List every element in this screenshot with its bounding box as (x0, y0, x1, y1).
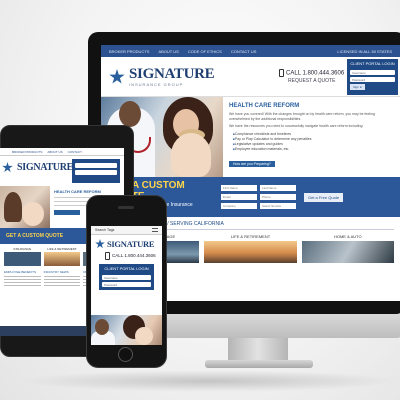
hero-title: HEALTH CARE REFORM (229, 103, 300, 109)
star-logo-icon (109, 69, 125, 84)
tablet-service-image (43, 252, 81, 266)
quote-service-select[interactable]: Select Service (260, 203, 296, 209)
mobile-logo[interactable]: SIGNATURE (91, 235, 162, 249)
floor-shadow (20, 370, 400, 392)
tablet-nav: BROKER PRODUCTS ABOUT US CONTACT (0, 148, 124, 156)
mobile-username-input[interactable]: Username (102, 275, 151, 280)
portal-username-input[interactable]: Username (350, 70, 395, 75)
portal-password-input[interactable]: Password (350, 77, 395, 82)
star-logo-icon (95, 239, 105, 249)
contact-block: CALL 1.800.444.3606 REQUEST A QUOTE (279, 69, 344, 84)
tablet-nav-item[interactable]: CONTACT (68, 150, 82, 154)
mobile-phone-link[interactable]: CALL 1.800.444.3606 (91, 249, 162, 260)
request-quote-link[interactable]: REQUEST A QUOTE (279, 78, 344, 84)
mobile-hero-photo (91, 315, 162, 345)
service-label: LIFE & RETIREMENT (230, 234, 271, 239)
tablet-header: SIGNATURE (0, 156, 124, 186)
nav-contact-us[interactable]: CONTACT US (231, 49, 257, 54)
hero-text: HEALTH CARE REFORM We have you covered! … (223, 97, 400, 177)
tablet-service-image (4, 252, 41, 266)
license-note: LICENSED IN ALL 50 STATES (337, 48, 392, 54)
tablet-portal-login (72, 159, 120, 183)
tablet-logo-name: SIGNATURE (17, 161, 74, 173)
hero-paragraph-2: We have the resources you need to succes… (229, 124, 364, 128)
service-image (301, 241, 394, 263)
service-label: HOME & AUTO (333, 234, 362, 239)
mobile-nav-title[interactable]: Search Tags (95, 228, 114, 232)
mobile-logo-name: SIGNATURE (107, 238, 155, 249)
logo-tagline: INSURANCE GROUP (129, 82, 184, 87)
tablet-quote-title: GET A CUSTOM QUOTE (6, 233, 64, 239)
desktop-top-nav: BROKER PRODUCTS ABOUT US CODE OF ETHICS … (101, 45, 400, 57)
quote-last-name-input[interactable]: Last Name (260, 185, 296, 191)
quote-phone-input[interactable]: Phone (260, 194, 296, 200)
tablet-password-input[interactable] (75, 170, 117, 175)
portal-title: CLIENT PORTAL LOGIN (350, 61, 395, 66)
tablet-service-card[interactable]: INSURANCE (4, 247, 41, 266)
tablet-service-card[interactable]: LIFE & RETIREMENT (43, 247, 81, 266)
mobile-password-input[interactable]: Password (102, 282, 151, 287)
nav-about-us[interactable]: ABOUT US (158, 49, 178, 54)
star-logo-icon (2, 162, 13, 173)
desktop-header: SIGNATURE INSURANCE GROUP CALL 1.800.444… (101, 57, 400, 97)
mobile-portal-title: CLIENT PORTAL LOGIN (104, 266, 149, 271)
phone-screen: Search Tags SIGNATURE CALL 1.800.444.360… (91, 226, 162, 345)
phone-icon (279, 69, 284, 77)
tablet-nav-item[interactable]: BROKER PRODUCTS (12, 150, 42, 154)
tablet-service-label: LIFE & RETIREMENT (47, 247, 77, 251)
quote-first-name-input[interactable]: First Name (221, 185, 257, 191)
quote-form: First Name Last Name Email Phone Company… (221, 185, 296, 209)
imac-foot (205, 360, 313, 368)
service-image (204, 241, 297, 263)
service-card-life[interactable]: LIFE & RETIREMENT (204, 234, 297, 263)
hero-cta-button[interactable]: How are you Preparing? (229, 161, 275, 167)
phone-speaker (118, 206, 134, 209)
tablet-hero-photo (0, 186, 50, 228)
phone-number[interactable]: CALL 1.800.444.3606 (286, 71, 344, 77)
tablet-service-label: INSURANCE (13, 247, 32, 251)
hamburger-menu-icon[interactable] (152, 228, 158, 232)
tablet-nav-item[interactable]: ABOUT US (47, 150, 62, 154)
client-portal-login: CLIENT PORTAL LOGIN Username Password Si… (347, 59, 398, 95)
tablet-hero-button[interactable] (54, 210, 80, 215)
get-free-quote-button[interactable]: Get a Free Quote (304, 192, 344, 202)
mobile-portal-login: CLIENT PORTAL LOGIN Username Password (99, 264, 154, 290)
portal-sign-in-button[interactable]: Sign in (350, 84, 366, 90)
tablet-news-heading: INDUSTRY NEWS (43, 270, 69, 274)
quote-company-input[interactable]: Company (221, 203, 257, 209)
hero-paragraph-1: We have you covered! With the changes br… (229, 112, 375, 121)
bullet-item: Employee education materials, etc. (233, 147, 394, 152)
tablet-username-input[interactable] (75, 163, 117, 168)
logo[interactable]: SIGNATURE INSURANCE GROUP (109, 66, 215, 87)
hero-section: HEALTH CARE REFORM We have you covered! … (101, 97, 400, 177)
tablet-news-heading: EMPLOYEE BENEFITS (4, 270, 37, 274)
hero-bullets: Compliance checklists and timelines Pay … (233, 132, 394, 152)
tablet-hero-title: HEALTH CARE REFORM (54, 189, 101, 194)
service-card-home[interactable]: HOME & AUTO (301, 234, 394, 263)
tablet-logo[interactable]: SIGNATURE (2, 162, 73, 173)
mobile-phone-number: CALL 1.800.444.3606 (112, 253, 156, 259)
mobile-nav: Search Tags (91, 226, 162, 235)
nav-broker-products[interactable]: BROKER PRODUCTS (109, 49, 149, 54)
phone-icon (105, 252, 110, 260)
quote-email-input[interactable]: Email (221, 194, 257, 200)
phone-home-button (118, 347, 133, 362)
nav-code-of-ethics[interactable]: CODE OF ETHICS (188, 49, 222, 54)
logo-name: SIGNATURE (129, 66, 215, 82)
